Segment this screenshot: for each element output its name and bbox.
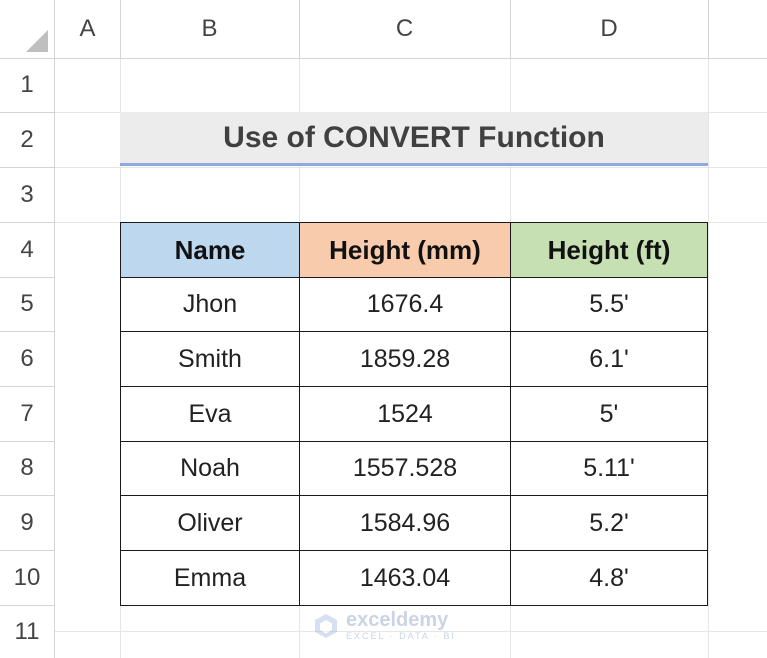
exceldemy-watermark: exceldemy EXCEL · DATA · BI bbox=[312, 610, 456, 641]
spreadsheet-grid: A B C D 1 2 3 4 5 6 7 8 9 10 11 Use of C… bbox=[0, 0, 767, 658]
row-header-8[interactable]: 8 bbox=[0, 441, 55, 496]
row-header-5[interactable]: 5 bbox=[0, 277, 55, 332]
select-all-triangle-icon bbox=[26, 30, 48, 52]
column-header-c[interactable]: C bbox=[299, 0, 511, 58]
gridline bbox=[55, 167, 767, 168]
row-header-4[interactable]: 4 bbox=[0, 222, 55, 278]
row-header-1[interactable]: 1 bbox=[0, 58, 55, 113]
table-header-name[interactable]: Name bbox=[120, 222, 300, 278]
row-header-3[interactable]: 3 bbox=[0, 167, 55, 223]
row-header-2[interactable]: 2 bbox=[0, 112, 55, 168]
table-cell[interactable]: 5.5' bbox=[510, 277, 708, 332]
exceldemy-logo-icon bbox=[315, 613, 337, 638]
row-header-10[interactable]: 10 bbox=[0, 550, 55, 606]
table-cell[interactable]: 1524 bbox=[299, 386, 511, 442]
row-header-6[interactable]: 6 bbox=[0, 331, 55, 387]
table-cell[interactable]: 5' bbox=[510, 386, 708, 442]
table-header-height-mm[interactable]: Height (mm) bbox=[299, 222, 511, 278]
table-cell[interactable]: Oliver bbox=[120, 495, 300, 551]
table-cell[interactable]: 5.11' bbox=[510, 441, 708, 496]
table-cell[interactable]: 6.1' bbox=[510, 331, 708, 387]
table-cell[interactable]: Smith bbox=[120, 331, 300, 387]
table-cell[interactable]: 1463.04 bbox=[299, 550, 511, 606]
table-cell[interactable]: Jhon bbox=[120, 277, 300, 332]
table-header-height-ft[interactable]: Height (ft) bbox=[510, 222, 708, 278]
table-cell[interactable]: Noah bbox=[120, 441, 300, 496]
table-cell[interactable]: Eva bbox=[120, 386, 300, 442]
column-header-a[interactable]: A bbox=[55, 0, 121, 58]
column-header-b[interactable]: B bbox=[120, 0, 300, 58]
row-header-9[interactable]: 9 bbox=[0, 495, 55, 551]
gridline bbox=[708, 58, 709, 658]
table-cell[interactable]: 4.8' bbox=[510, 550, 708, 606]
table-cell[interactable]: 5.2' bbox=[510, 495, 708, 551]
select-all-corner[interactable] bbox=[0, 0, 55, 58]
row-header-11[interactable]: 11 bbox=[0, 605, 55, 658]
column-header-bar: A B C D bbox=[0, 0, 767, 59]
table-cell[interactable]: 1557.528 bbox=[299, 441, 511, 496]
table-cell[interactable]: Emma bbox=[120, 550, 300, 606]
row-header-7[interactable]: 7 bbox=[0, 386, 55, 442]
table-cell[interactable]: 1584.96 bbox=[299, 495, 511, 551]
watermark-tagline: EXCEL · DATA · BI bbox=[346, 631, 456, 641]
column-header-d[interactable]: D bbox=[510, 0, 709, 58]
page-title[interactable]: Use of CONVERT Function bbox=[120, 112, 708, 166]
table-cell[interactable]: 1676.4 bbox=[299, 277, 511, 332]
watermark-name: exceldemy bbox=[346, 609, 449, 631]
table-cell[interactable]: 1859.28 bbox=[299, 331, 511, 387]
